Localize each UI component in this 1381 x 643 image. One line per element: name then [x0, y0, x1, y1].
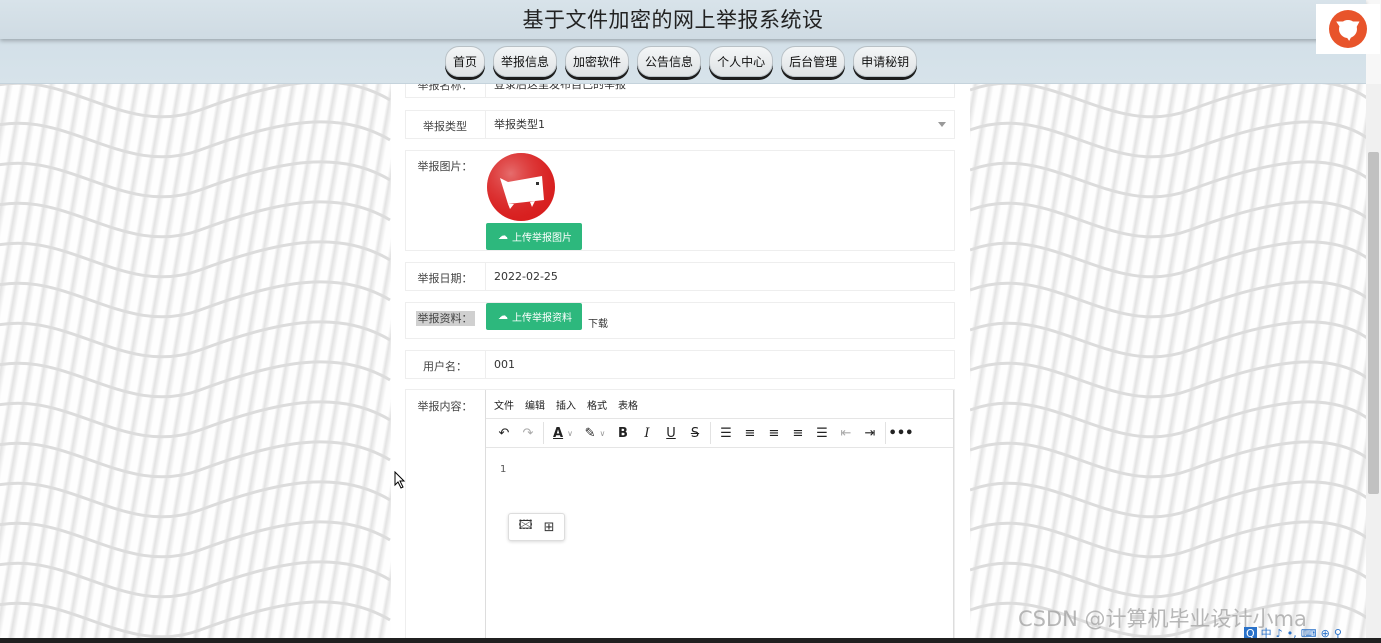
report-type-value: 举报类型1 [494, 118, 545, 131]
nav-encryption-software[interactable]: 加密软件 [565, 46, 630, 77]
redo-icon[interactable]: ↷ [516, 421, 540, 445]
upload-report-file-button[interactable]: ☁ 上传举报资料 [486, 303, 582, 330]
underline-icon[interactable]: U [659, 421, 683, 445]
site-title: 基于文件加密的网上举报系统设 [522, 8, 824, 32]
browser-app-icon[interactable] [1316, 4, 1380, 54]
report-content-row: 举报内容： 文件 编辑 插入 格式 表格 ↶ ↷ A ∨ ✎ ∨ B I U S ☰ [405, 389, 955, 643]
undo-icon[interactable]: ↶ [492, 421, 516, 445]
highlight-color-icon[interactable]: ✎ ∨ [579, 421, 611, 445]
text-caret: 1 [500, 464, 507, 475]
upload-report-image-button[interactable]: ☁ 上传举报图片 [486, 223, 582, 250]
table-icon[interactable]: ⊞ [544, 520, 555, 535]
editor-menubar: 文件 编辑 插入 格式 表格 [486, 390, 953, 419]
rich-text-editor: 文件 编辑 插入 格式 表格 ↶ ↷ A ∨ ✎ ∨ B I U S ☰ ≡ ≡ ≡ [485, 390, 954, 643]
bold-icon[interactable]: B [611, 421, 635, 445]
cloud-upload-icon: ☁ [498, 311, 508, 322]
nav-home[interactable]: 首页 [445, 46, 486, 77]
chevron-down-icon [938, 122, 946, 127]
header-title-bar: 基于文件加密的网上举报系统设 [0, 0, 1366, 39]
align-right-icon[interactable]: ≡ [786, 421, 810, 445]
align-justify-icon[interactable]: ☰ [810, 421, 834, 445]
toolbar-divider [543, 422, 544, 444]
outdent-icon[interactable]: ⇤ [834, 421, 858, 445]
nav-announcements[interactable]: 公告信息 [637, 46, 702, 77]
menu-file[interactable]: 文件 [494, 397, 514, 412]
main-nav: 首页 举报信息 加密软件 公告信息 个人中心 后台管理 申请秘钥 [445, 46, 918, 78]
line-height-icon[interactable]: ☰ [714, 421, 738, 445]
nav-report-info[interactable]: 举报信息 [493, 46, 558, 77]
download-link[interactable]: 下载 [588, 315, 608, 330]
toolbar-divider [710, 422, 711, 444]
taskbar [0, 638, 1381, 643]
text-color-icon[interactable]: A ∨ [547, 421, 579, 445]
quick-insert-popup: 🖾 ⊞ [508, 513, 565, 541]
scrollbar-thumb[interactable] [1368, 152, 1379, 494]
toolbar-divider [885, 422, 886, 444]
more-icon[interactable]: ••• [889, 421, 914, 445]
browser-logo-icon [1329, 10, 1367, 48]
align-center-icon[interactable]: ≡ [762, 421, 786, 445]
nav-apply-key[interactable]: 申请秘钥 [853, 46, 918, 77]
report-file-row: 举报资料： ☁ 上传举报资料 下载 [405, 302, 955, 339]
upload-report-image-label: 上传举报图片 [512, 233, 572, 244]
image-icon[interactable]: 🖾 [518, 516, 532, 538]
username-row: 用户名： 001 [405, 350, 955, 379]
menu-format[interactable]: 格式 [587, 397, 607, 412]
page-scrollbar[interactable] [1366, 84, 1381, 643]
report-form-panel: 举报名称： 登录后这里发布自己的举报 举报类型 举报类型1 举报图片： ☁ 上传… [391, 70, 970, 643]
report-date-row: 举报日期： 2022-02-25 [405, 262, 955, 291]
report-date-label: 举报日期： [417, 272, 473, 285]
username-input[interactable]: 001 [485, 351, 954, 378]
indent-icon[interactable]: ⇥ [858, 421, 882, 445]
username-label: 用户名： [423, 360, 467, 373]
site-header: 基于文件加密的网上举报系统设 首页 举报信息 加密软件 公告信息 个人中心 后台… [0, 0, 1366, 84]
italic-icon[interactable]: I [635, 421, 659, 445]
report-app-logo-icon [487, 153, 555, 221]
cloud-upload-icon: ☁ [498, 231, 508, 242]
report-file-label: 举报资料： [415, 311, 475, 326]
report-type-label: 举报类型 [423, 120, 467, 133]
report-date-input[interactable]: 2022-02-25 [485, 263, 954, 290]
menu-edit[interactable]: 编辑 [525, 397, 545, 412]
nav-personal-center[interactable]: 个人中心 [709, 46, 774, 77]
report-content-label: 举报内容： [417, 400, 473, 413]
report-type-select[interactable]: 举报类型1 [485, 111, 954, 138]
strikethrough-icon[interactable]: S [683, 421, 707, 445]
report-type-row: 举报类型 举报类型1 [405, 110, 955, 139]
menu-insert[interactable]: 插入 [556, 397, 576, 412]
report-image-preview [486, 152, 557, 223]
editor-content-area[interactable]: 1 🖾 ⊞ [486, 448, 953, 643]
editor-toolbar: ↶ ↷ A ∨ ✎ ∨ B I U S ☰ ≡ ≡ ≡ ☰ ⇤ ⇥ ••• [486, 419, 953, 448]
report-image-row: 举报图片： ☁ 上传举报图片 [405, 150, 955, 251]
menu-table[interactable]: 表格 [618, 397, 638, 412]
upload-report-file-label: 上传举报资料 [512, 313, 572, 324]
align-left-icon[interactable]: ≡ [738, 421, 762, 445]
report-image-label: 举报图片： [417, 160, 473, 173]
mouse-cursor-icon [394, 470, 406, 492]
nav-admin[interactable]: 后台管理 [781, 46, 846, 77]
